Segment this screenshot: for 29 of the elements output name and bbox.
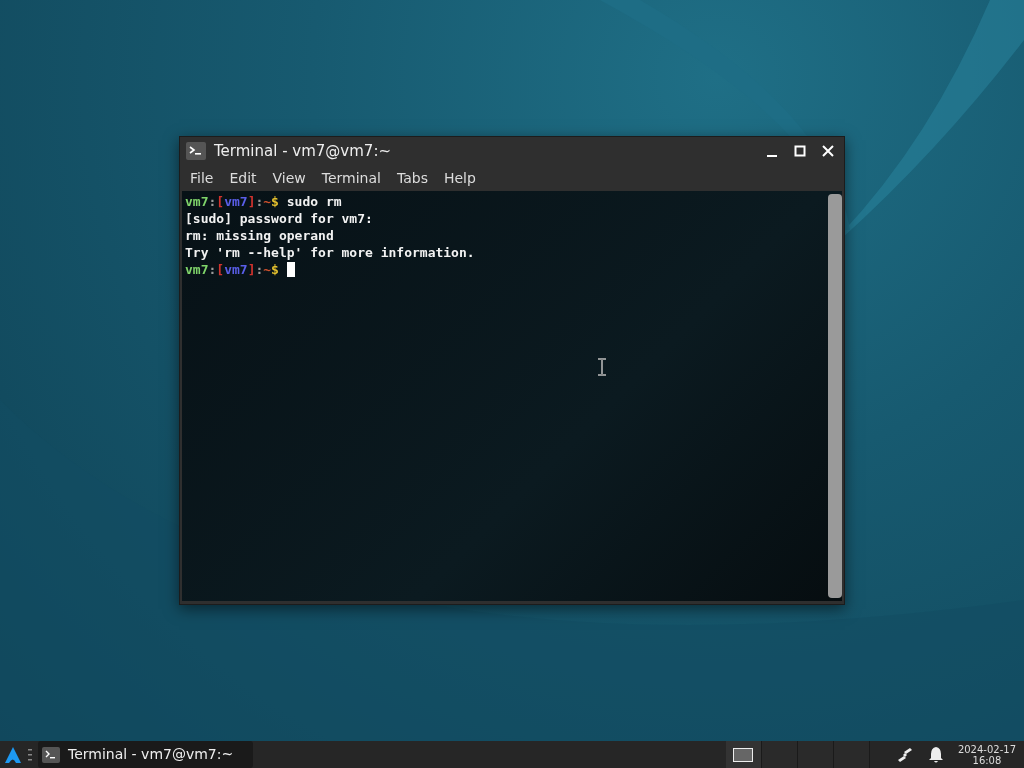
menu-item[interactable]: View [264,165,314,191]
drag-handle-icon [28,748,32,761]
menu-item[interactable]: Tabs [388,165,436,191]
app-menu-icon[interactable] [4,745,22,764]
scrollbar-thumb[interactable] [828,194,842,598]
window-title: Terminal - vm7@vm7:~ [214,140,393,162]
menu-item[interactable]: Help [435,165,484,191]
clock[interactable]: 2024-02-17 16:08 [949,743,1024,766]
window-thumbnail-icon [733,747,754,762]
menu-item[interactable]: Terminal [313,165,389,191]
menu-item[interactable]: File [182,165,222,191]
notification-bell-icon[interactable] [927,745,944,764]
terminal-icon [42,746,60,763]
clock-time: 16:08 [971,754,1003,766]
taskbar-task[interactable]: Terminal - vm7@vm7:~ [38,741,254,768]
output-line: [sudo] password for vm7: [185,210,373,227]
output-line: rm: missing operand [185,227,334,244]
prompt-line: vm7:[vm7]:~$ sudo rm [185,193,342,210]
minimize-icon [767,155,777,157]
close-icon [822,145,834,157]
output-line: Try 'rm --help' for more information. [185,244,475,261]
terminal-area[interactable]: vm7:[vm7]:~$ sudo rm [sudo] password for vm7: rm: missing operand Try 'rm --help' for more information. vm7:[vm7]:~$ [182,191,842,601]
menu-item[interactable]: Edit [221,165,265,191]
terminal-icon [186,142,206,160]
clock-date: 2024-02-17 [957,743,1016,755]
workspace-button[interactable] [725,741,762,768]
prompt-line: vm7:[vm7]:~$ [185,261,279,278]
text-cursor-icon [597,358,607,376]
maximize-icon [794,145,806,157]
